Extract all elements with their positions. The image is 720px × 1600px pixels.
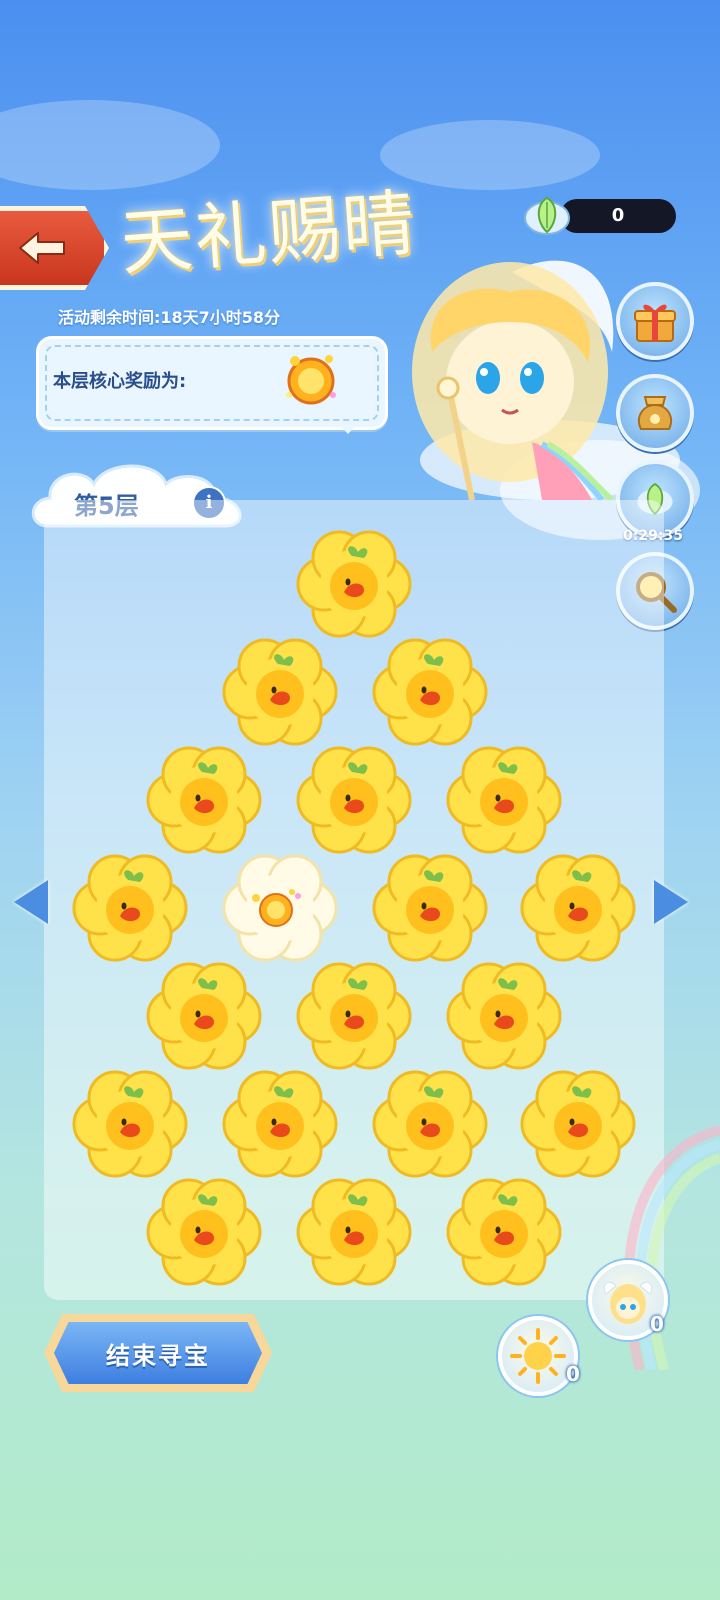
core-reward-box: 本层核心奖励为:	[36, 336, 388, 434]
flower-tile[interactable]	[70, 1062, 190, 1182]
flower-tile[interactable]	[220, 1062, 340, 1182]
event-title: 天礼赐晴	[117, 180, 420, 286]
event-timer: 活动剩余时间:18天7小时58分	[58, 308, 281, 327]
currency-bar: 0	[560, 199, 676, 233]
gift-box-icon	[634, 304, 676, 342]
next-floor-arrow[interactable]	[654, 880, 688, 924]
flower-tile[interactable]	[294, 954, 414, 1074]
flower-tile[interactable]	[370, 630, 490, 750]
flower-tile[interactable]	[294, 522, 414, 642]
flower-tile[interactable]	[144, 738, 264, 858]
flower-tile[interactable]	[518, 846, 638, 966]
flower-tile[interactable]	[444, 954, 564, 1074]
back-button[interactable]	[0, 206, 109, 290]
flower-tile[interactable]	[220, 630, 340, 750]
revealed-reward-tile[interactable]	[220, 846, 340, 966]
flower-tile[interactable]	[144, 954, 264, 1074]
angel-character-illustration	[412, 260, 614, 500]
currency-value: 0	[611, 205, 625, 226]
end-treasure-hunt-label: 结束寻宝	[106, 1341, 210, 1370]
flower-tile[interactable]	[144, 1170, 264, 1290]
treasure-bag-button[interactable]	[616, 374, 694, 452]
flower-tile[interactable]	[294, 738, 414, 858]
flower-tile[interactable]	[370, 846, 490, 966]
flower-tile[interactable]	[294, 1170, 414, 1290]
angel-counter-value: 0	[650, 1312, 664, 1336]
previous-floor-arrow[interactable]	[14, 880, 48, 924]
flower-tile[interactable]	[444, 738, 564, 858]
back-arrow-icon	[19, 232, 65, 264]
sun-coin-icon[interactable]	[279, 347, 343, 411]
sun-counter-value: 0	[566, 1362, 580, 1386]
treasure-bag-icon	[637, 396, 673, 430]
flower-tile[interactable]	[370, 1062, 490, 1182]
sun-icon	[510, 1328, 566, 1384]
end-treasure-hunt-button[interactable]: 结束寻宝	[44, 1314, 272, 1392]
core-reward-label: 本层核心奖励为:	[53, 371, 187, 392]
background-cloud	[0, 100, 220, 190]
gift-box-button[interactable]	[616, 282, 694, 360]
flower-tile[interactable]	[70, 846, 190, 966]
